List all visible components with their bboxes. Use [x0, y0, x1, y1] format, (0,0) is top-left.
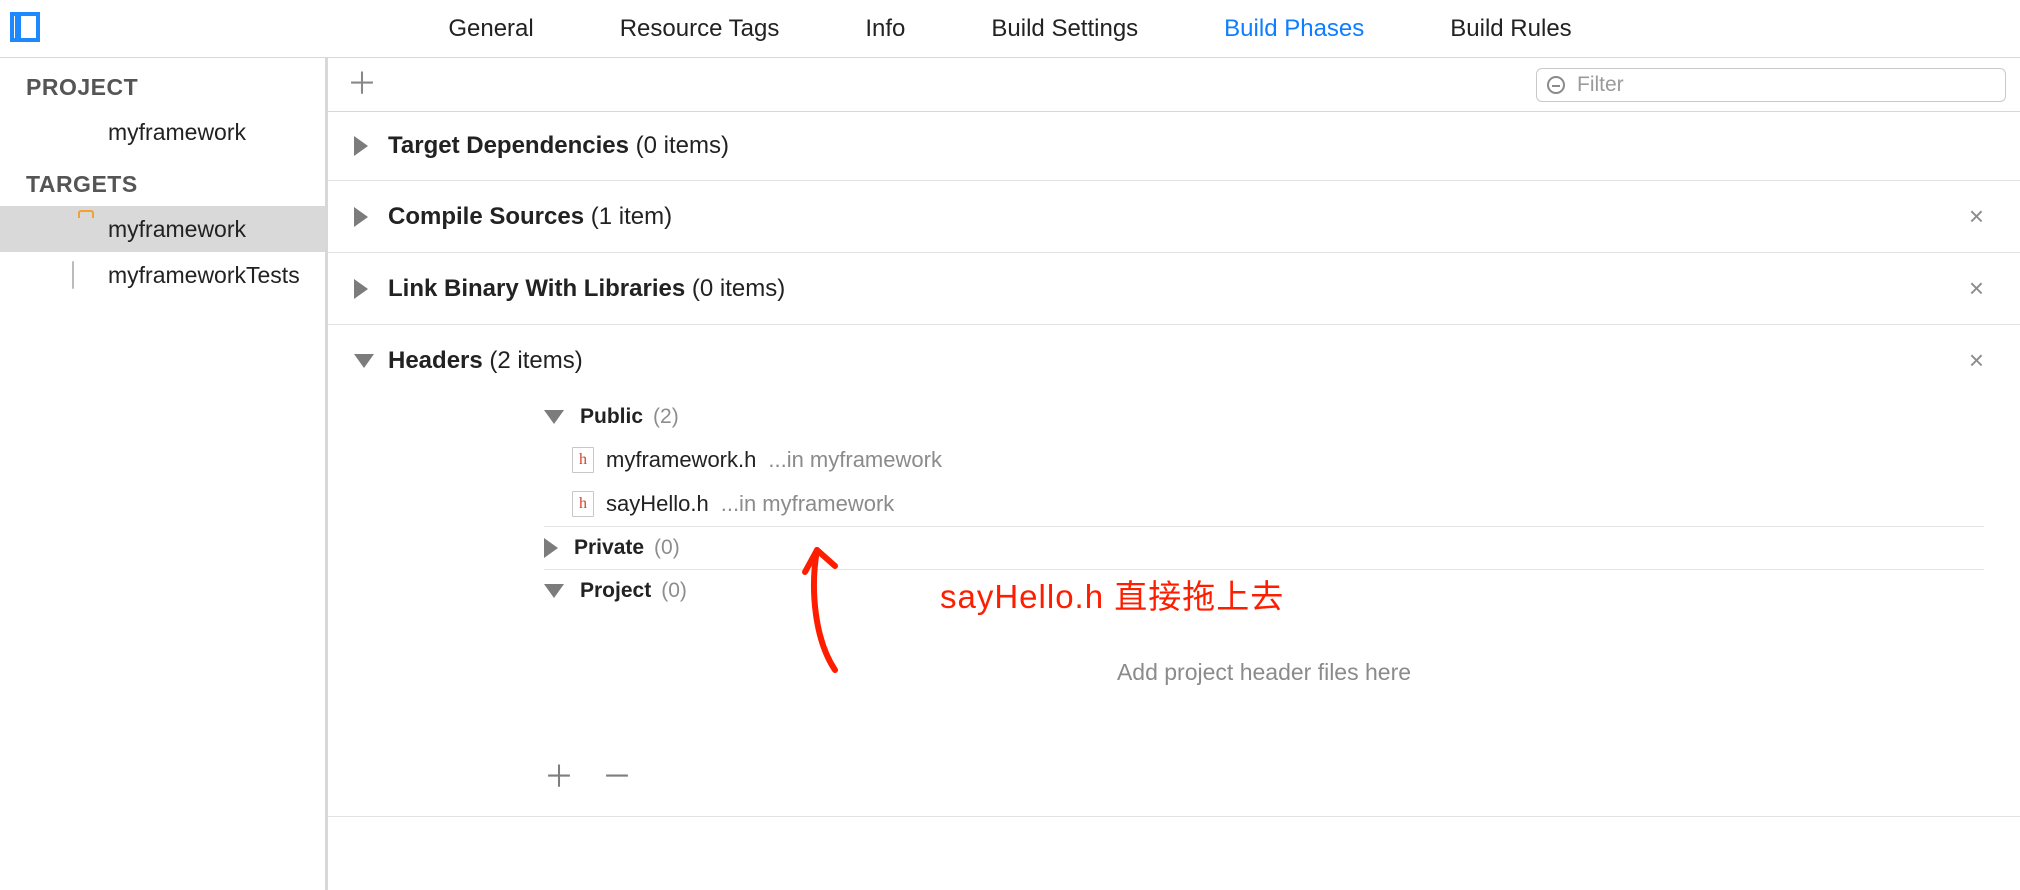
disclosure-down-icon — [354, 354, 374, 368]
headers-group-private: Private (0) — [544, 526, 1984, 569]
group-name: Private — [574, 536, 644, 560]
tab-info[interactable]: Info — [865, 15, 905, 43]
phase-target-dependencies[interactable]: Target Dependencies (0 items) — [328, 112, 2020, 181]
project-sidebar: PROJECT myframework TARGETS myframework … — [0, 58, 326, 890]
header-file-name: sayHello.h — [606, 491, 709, 517]
sidebar-section-project: PROJECT — [0, 58, 325, 109]
phase-count: (2 items) — [489, 347, 582, 375]
group-name: Project — [580, 579, 651, 603]
sidebar-section-targets: TARGETS — [0, 155, 325, 206]
phase-count: (0 items) — [636, 132, 729, 160]
header-file-name: myframework.h — [606, 447, 756, 473]
header-file-path: ...in myframework — [768, 447, 942, 473]
phase-link-binary[interactable]: Link Binary With Libraries (0 items) × — [328, 253, 2020, 325]
header-file-icon: h — [572, 447, 594, 473]
project-drop-hint[interactable]: Add project header files here — [544, 612, 1984, 732]
phase-count: (0 items) — [692, 275, 785, 303]
sidebar-item-project-myframework[interactable]: myframework — [0, 109, 325, 155]
phase-title: Target Dependencies — [388, 132, 629, 160]
phase-title: Headers — [388, 347, 483, 375]
group-count: (0) — [654, 536, 680, 560]
phase-count: (1 item) — [591, 203, 672, 231]
build-phases-content: ＋ Target Dependencies (0 items) Compile … — [326, 58, 2020, 890]
tab-build-rules[interactable]: Build Rules — [1450, 15, 1571, 43]
disclosure-right-icon — [544, 538, 558, 558]
filter-input[interactable] — [1575, 72, 1995, 98]
headers-group-public: Public (2) h myframework.h ...in myframe… — [544, 396, 1984, 526]
content-toolbar: ＋ — [328, 58, 2020, 112]
headers-group-private-header[interactable]: Private (0) — [544, 527, 1984, 569]
editor-tabbar: General Resource Tags Info Build Setting… — [0, 0, 2020, 58]
tab-build-phases[interactable]: Build Phases — [1224, 15, 1364, 43]
remove-header-button[interactable]: － — [602, 752, 632, 796]
sidebar-item-label: myframework — [108, 119, 246, 146]
add-header-button[interactable]: ＋ — [544, 752, 574, 796]
group-name: Public — [580, 405, 643, 429]
header-file-row[interactable]: h myframework.h ...in myframework — [544, 438, 1984, 482]
disclosure-down-icon — [544, 410, 564, 424]
header-file-path: ...in myframework — [721, 491, 895, 517]
disclosure-right-icon — [354, 279, 368, 299]
sidebar-item-target-myframework-tests[interactable]: myframeworkTests — [0, 252, 325, 298]
test-doc-icon — [72, 262, 98, 288]
group-count: (2) — [653, 405, 679, 429]
phase-headers[interactable]: Headers (2 items) × — [328, 325, 2020, 396]
disclosure-right-icon — [354, 207, 368, 227]
remove-phase-button[interactable]: × — [1969, 345, 1984, 376]
phase-list: Target Dependencies (0 items) Compile So… — [328, 112, 2020, 890]
project-doc-icon — [72, 119, 98, 145]
tab-build-settings[interactable]: Build Settings — [991, 15, 1138, 43]
filter-icon — [1547, 76, 1565, 94]
briefcase-icon — [72, 216, 98, 242]
filter-box[interactable] — [1536, 68, 2006, 102]
headers-add-remove: ＋ － — [544, 732, 1984, 796]
remove-phase-button[interactable]: × — [1969, 273, 1984, 304]
add-phase-button[interactable]: ＋ — [342, 70, 382, 100]
tab-resource-tags[interactable]: Resource Tags — [620, 15, 780, 43]
annotation-text: sayHello.h 直接拖上去 — [940, 570, 1284, 618]
header-file-row[interactable]: h sayHello.h ...in myframework — [544, 482, 1984, 526]
group-count: (0) — [661, 579, 687, 603]
sidebar-item-label: myframeworkTests — [108, 262, 300, 289]
sidebar-item-target-myframework[interactable]: myframework — [0, 206, 325, 252]
editor-tabs: General Resource Tags Info Build Setting… — [0, 0, 2020, 57]
phase-title: Link Binary With Libraries — [388, 275, 685, 303]
remove-phase-button[interactable]: × — [1969, 201, 1984, 232]
sidebar-item-label: myframework — [108, 216, 246, 243]
phase-compile-sources[interactable]: Compile Sources (1 item) × — [328, 181, 2020, 253]
headers-group-public-header[interactable]: Public (2) — [544, 396, 1984, 438]
header-file-icon: h — [572, 491, 594, 517]
disclosure-right-icon — [354, 136, 368, 156]
phase-title: Compile Sources — [388, 203, 584, 231]
tab-general[interactable]: General — [448, 15, 533, 43]
disclosure-down-icon — [544, 584, 564, 598]
